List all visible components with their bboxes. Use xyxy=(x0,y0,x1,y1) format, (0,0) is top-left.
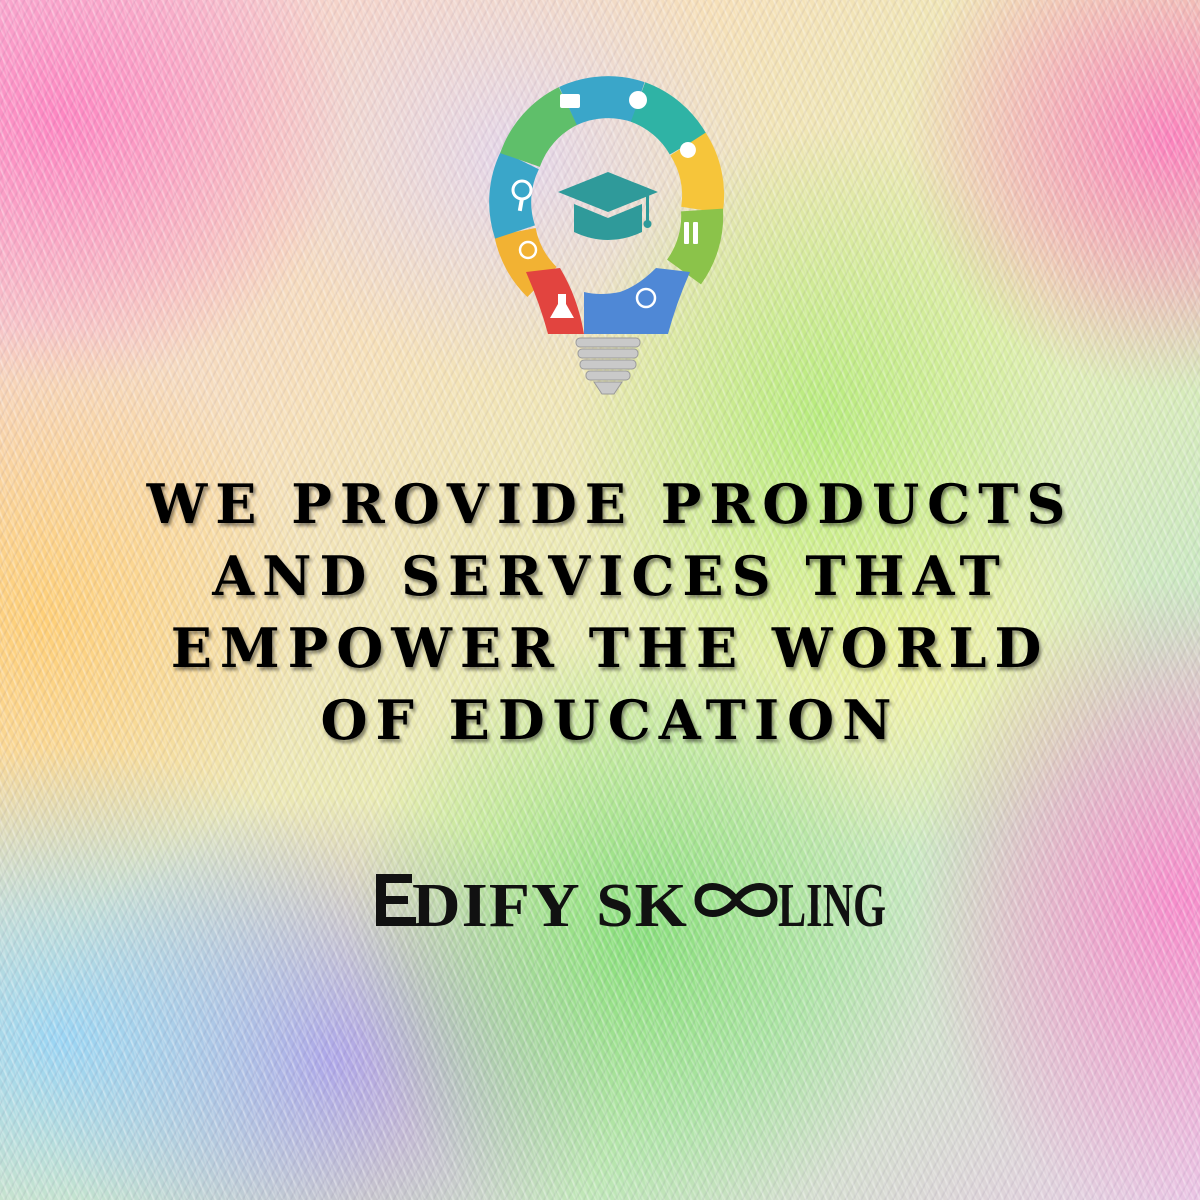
palette-icon xyxy=(629,91,647,109)
svg-text:DIFY SK: DIFY SK xyxy=(412,872,688,940)
headline-line: OF EDUCATION xyxy=(320,688,900,752)
bulb-neck-left-icon xyxy=(526,268,584,334)
brand-logo-mark: DIFY SK LING xyxy=(376,872,886,940)
bulb-base-icon xyxy=(575,337,641,395)
lightbulb-graduation-cap-icon xyxy=(488,72,728,402)
background-canvas: WE PROVIDE PRODUCTS AND SERVICES THAT EM… xyxy=(0,0,1200,1200)
svg-text:LING: LING xyxy=(778,872,886,940)
headline-line: AND SERVICES THAT xyxy=(212,544,1008,608)
graduation-cap-icon xyxy=(558,172,658,240)
bulb-segment-icon xyxy=(500,87,578,168)
headline-line: WE PROVIDE PRODUCTS xyxy=(146,472,1074,536)
brand-logo: DIFY SK LING xyxy=(300,860,900,940)
headline-line: EMPOWER THE WORLD xyxy=(170,616,1050,680)
book-icon xyxy=(560,94,580,108)
idea-icon xyxy=(679,142,696,158)
headline: WE PROVIDE PRODUCTS AND SERVICES THAT EM… xyxy=(100,468,1120,756)
pencil-icon xyxy=(684,222,689,244)
bulb-segment-icon xyxy=(630,82,707,156)
